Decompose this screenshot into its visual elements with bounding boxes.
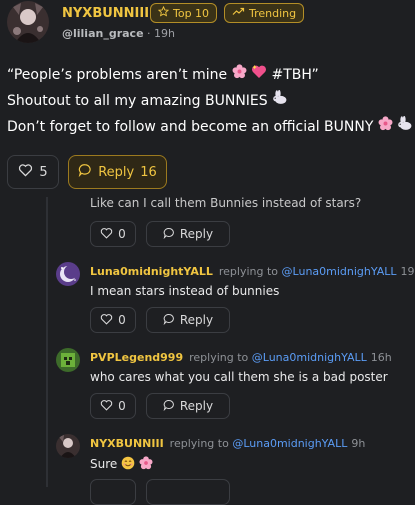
reply-bubble-icon — [78, 163, 92, 181]
comment-like-button-partial[interactable] — [90, 479, 136, 505]
author-avatar[interactable] — [7, 1, 49, 43]
post-hashtag: #TBH” — [271, 67, 319, 83]
post-line-3: Don’t forget to follow and become an off… — [7, 114, 413, 140]
author-handle[interactable]: @lilian_grace — [62, 27, 144, 40]
post-line-1: “People’s problems aren’t mine #TBH” — [7, 62, 413, 88]
comment-like-button[interactable]: 0 — [90, 307, 136, 333]
comment-reply-label: Reply — [179, 399, 214, 413]
author-handle-line: @lilian_grace · 19h — [62, 27, 175, 40]
comment-meta: PVPLegend999 replying to @Luna0midnighYAL… — [90, 351, 392, 364]
post-line-1-text: “People’s problems aren’t mine — [7, 67, 228, 83]
mention-link[interactable]: @Luna0midnighYALL — [282, 265, 397, 278]
post-time: 19h — [154, 27, 176, 40]
comment-text: Sure — [90, 457, 118, 471]
comment-meta: NYXBUNNIII replying to @Luna0midnighYALL 9… — [90, 437, 365, 450]
comment-reply-label: Reply — [179, 313, 214, 327]
trending-label: Trending — [249, 6, 297, 20]
reply-bubble-icon — [163, 313, 175, 328]
comment-like-count: 0 — [118, 313, 126, 327]
comment-time: 9h — [351, 437, 366, 450]
star-icon — [157, 5, 170, 20]
comment-text: who cares what you call them she is a ba… — [90, 370, 388, 384]
comment-like-button[interactable]: 0 — [90, 393, 136, 419]
post-like-count: 5 — [39, 164, 48, 180]
author-username[interactable]: NYXBUNNIII — [62, 6, 149, 21]
comment-reply-label: Reply — [179, 227, 214, 241]
commenter-avatar[interactable] — [56, 348, 80, 372]
heart-icon — [100, 227, 113, 242]
comment-like-count: 0 — [118, 227, 126, 241]
post-like-button[interactable]: 5 — [7, 155, 59, 189]
comment-reply-button-partial[interactable] — [146, 479, 230, 505]
thread-line — [46, 197, 48, 487]
heart-icon — [100, 313, 113, 328]
replying-to-label: replying to — [189, 351, 249, 364]
commenter-name[interactable]: PVPLegend999 — [90, 351, 183, 364]
smiling-face-emoji — [121, 456, 135, 473]
comment-text: Like can I call them Bunnies instead of … — [90, 196, 362, 210]
comment-time: 19h — [400, 265, 415, 278]
post: NYXBUNNIII Top 10 Trending @lilian_grace… — [0, 0, 415, 197]
rabbit-emoji — [272, 88, 288, 114]
heart-icon — [18, 163, 33, 181]
cherry-blossom-emoji — [378, 114, 393, 140]
post-reply-button[interactable]: Reply 16 — [68, 155, 167, 189]
sparkling-heart-emoji — [251, 62, 267, 88]
comment-like-count: 0 — [118, 399, 126, 413]
trending-badge: Trending — [224, 3, 305, 23]
cherry-blossom-emoji — [139, 456, 153, 473]
post-line-3-text: Don’t forget to follow and become an off… — [7, 119, 374, 135]
commenter-avatar[interactable] — [56, 434, 80, 458]
post-line-2-text: Shoutout to all my amazing BUNNIES — [7, 93, 268, 109]
post-reply-count: 16 — [140, 164, 157, 180]
replying-to-label: replying to — [169, 437, 229, 450]
mention-link[interactable]: @Luna0midnighYALL — [232, 437, 347, 450]
trending-icon — [232, 6, 245, 20]
rabbit-emoji — [397, 114, 413, 140]
dot-separator: · — [147, 27, 155, 40]
cherry-blossom-emoji — [232, 62, 247, 88]
post-line-2: Shoutout to all my amazing BUNNIES — [7, 88, 413, 114]
comment-time: 16h — [370, 351, 392, 364]
comment-text-row: Sure — [90, 456, 153, 473]
comment-like-button[interactable]: 0 — [90, 221, 136, 247]
commenter-name[interactable]: NYXBUNNIII — [90, 437, 164, 450]
mention-link[interactable]: @Luna0midnighYALL — [252, 351, 367, 364]
post-body: “People’s problems aren’t mine #TBH” Sho… — [7, 62, 413, 140]
reply-bubble-icon — [163, 227, 175, 242]
comment-text: I mean stars instead of bunnies — [90, 284, 280, 298]
comment-reply-button[interactable]: Reply — [146, 307, 230, 333]
comment-reply-button[interactable]: Reply — [146, 221, 230, 247]
reply-bubble-icon — [163, 399, 175, 414]
comment-meta: Luna0midnightYALL replying to @Luna0midni… — [90, 265, 415, 278]
top10-badge: Top 10 — [150, 3, 218, 23]
heart-icon — [100, 399, 113, 414]
top10-label: Top 10 — [173, 6, 210, 20]
commenter-avatar[interactable] — [56, 262, 80, 286]
commenter-name[interactable]: Luna0midnightYALL — [90, 265, 213, 278]
post-reply-label: Reply — [98, 164, 135, 180]
replying-to-label: replying to — [218, 265, 279, 278]
comment-reply-button[interactable]: Reply — [146, 393, 230, 419]
